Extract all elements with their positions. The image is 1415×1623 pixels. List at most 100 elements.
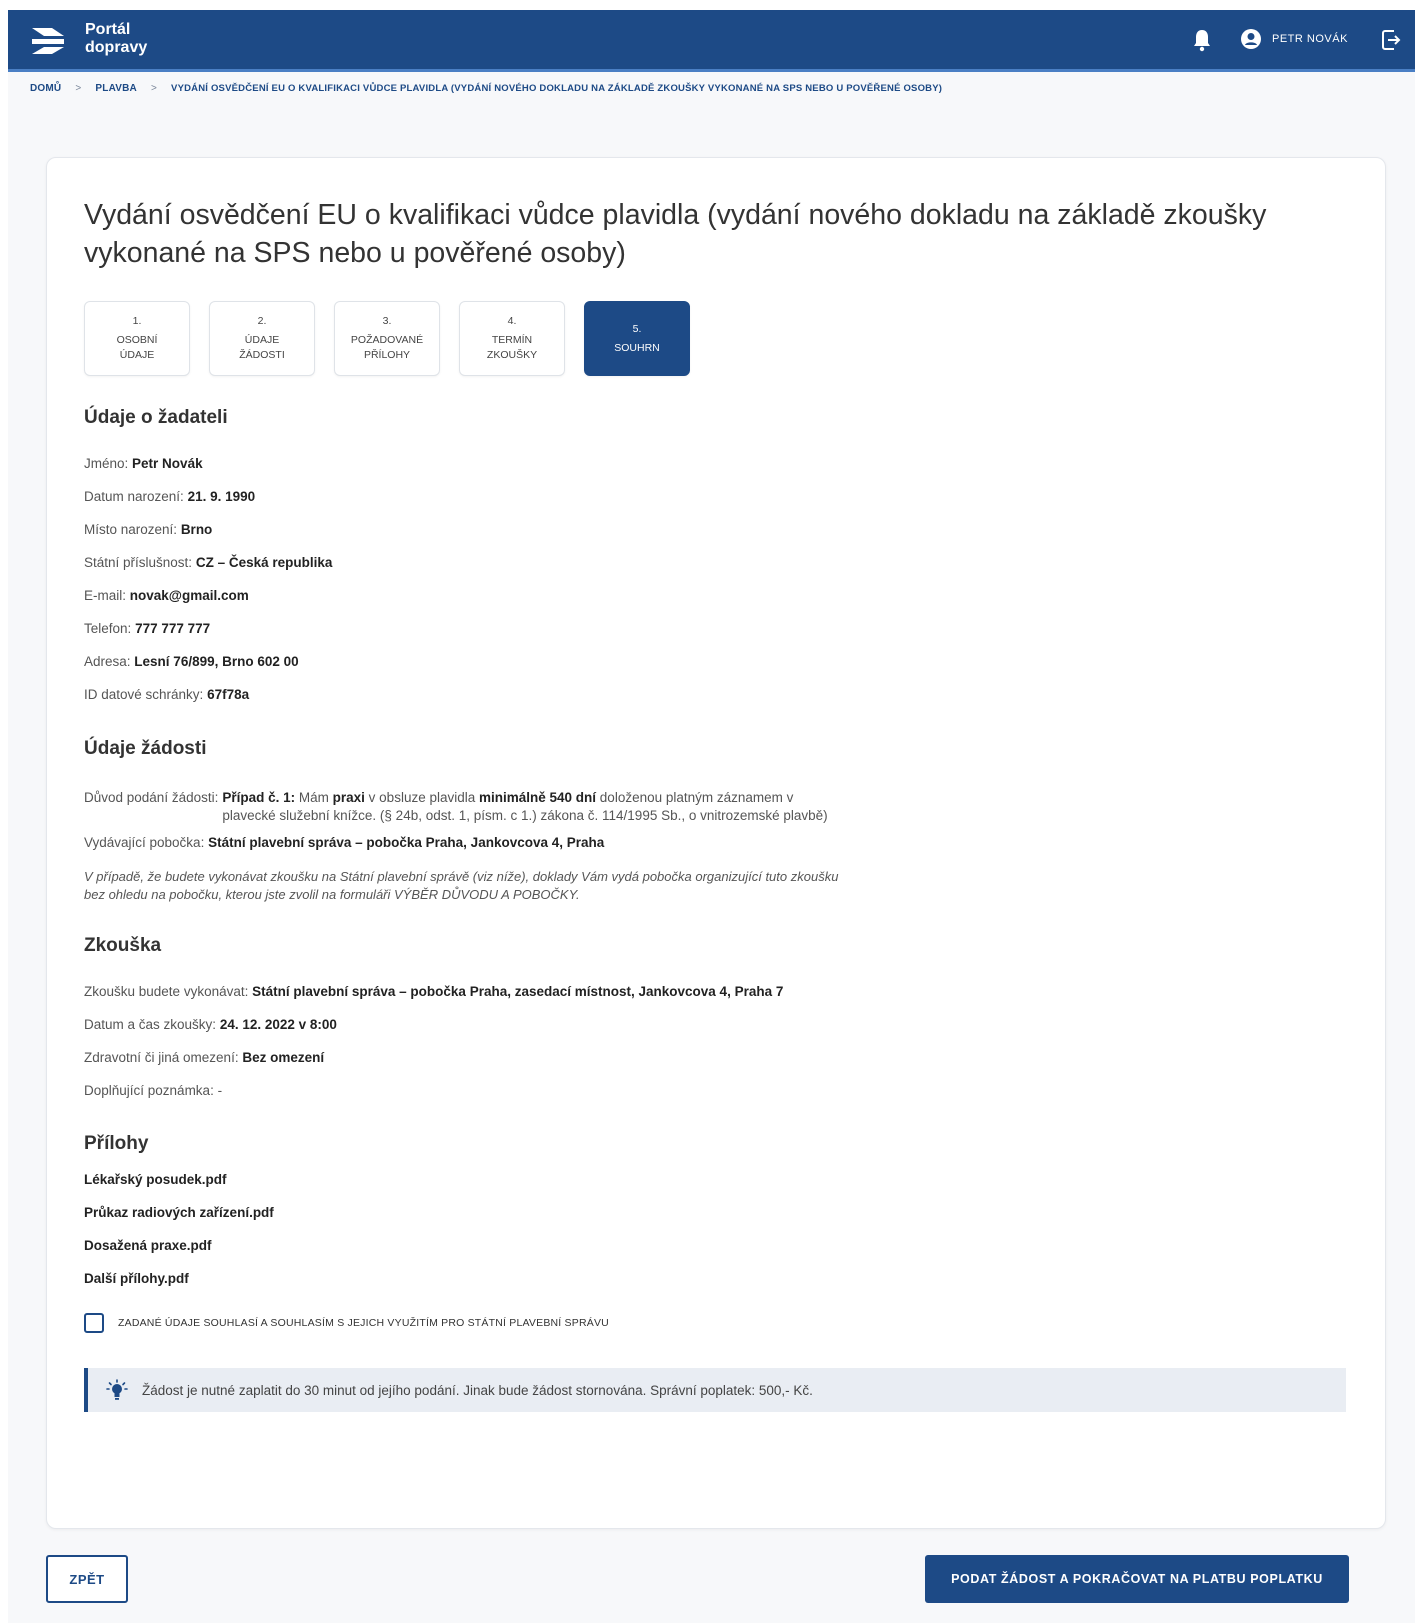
breadcrumb-current: VYDÁNÍ OSVĚDČENÍ EU O KVALIFIKACI VŮDCE … bbox=[171, 83, 943, 94]
field-value: 777 777 777 bbox=[135, 621, 211, 636]
field-label: Adresa: bbox=[84, 654, 131, 669]
applicant-birthplace-row: Místo narození: Brno bbox=[84, 522, 212, 537]
field-label: Zkoušku budete vykonávat: bbox=[84, 984, 249, 999]
user-name: PETR NOVÁK bbox=[1272, 33, 1348, 45]
field-label: E-mail: bbox=[84, 588, 127, 603]
attachment-file[interactable]: Průkaz radiových zařízení.pdf bbox=[84, 1205, 274, 1220]
step-exam-date[interactable]: 4. TERMÍN ZKOUŠKY bbox=[459, 301, 565, 376]
reason-text: v obsluze plavidla bbox=[364, 790, 479, 805]
consent-label[interactable]: ZADANÉ ÚDAJE SOUHLASÍ A SOUHLASÍM S JEJI… bbox=[118, 1317, 609, 1329]
attachments-heading: Přílohy bbox=[84, 1133, 149, 1154]
step-indicator: 1. OSOBNÍ ÚDAJE 2. ÚDAJE ŽÁDOSTI 3. POŽA… bbox=[84, 301, 709, 376]
logo-icon[interactable] bbox=[30, 22, 66, 58]
step-personal-data[interactable]: 1. OSOBNÍ ÚDAJE bbox=[84, 301, 190, 376]
consent-checkbox-row[interactable]: ZADANÉ ÚDAJE SOUHLASÍ A SOUHLASÍM S JEJI… bbox=[84, 1313, 609, 1333]
exam-restrictions-row: Zdravotní či jiná omezení: Bez omezení bbox=[84, 1050, 324, 1065]
back-button[interactable]: ZPĚT bbox=[46, 1555, 128, 1603]
branch-note: V případě, že budete vykonávat zkoušku n… bbox=[84, 868, 944, 904]
exam-location-row: Zkoušku budete vykonávat: Státní plavebn… bbox=[84, 984, 783, 999]
submit-and-pay-button[interactable]: PODAT ŽÁDOST A POKRAČOVAT NA PLATBU POPL… bbox=[925, 1555, 1349, 1603]
applicant-email-row: E-mail: novak@gmail.com bbox=[84, 588, 249, 603]
field-value: Petr Novák bbox=[132, 456, 203, 471]
attachment-file[interactable]: Dosažená praxe.pdf bbox=[84, 1238, 212, 1253]
step-label: TERMÍN bbox=[491, 334, 533, 346]
field-label: Vydávající pobočka: bbox=[84, 835, 205, 850]
lightbulb-icon bbox=[106, 1379, 128, 1400]
field-label: Datum narození: bbox=[84, 489, 184, 504]
step-label: SOUHRN bbox=[614, 341, 660, 354]
step-number: 1. bbox=[132, 315, 142, 327]
field-label: ID datové schránky: bbox=[84, 687, 204, 702]
consent-checkbox[interactable] bbox=[84, 1313, 104, 1333]
step-attachments[interactable]: 3. POŽADOVANÉ PŘÍLOHY bbox=[334, 301, 440, 376]
field-label: Důvod podání žádosti: bbox=[84, 790, 219, 805]
field-value: Případ č. 1: Mám praxi v obsluze plavidl… bbox=[222, 789, 827, 825]
logout-icon[interactable] bbox=[1380, 28, 1404, 52]
field-label: Telefon: bbox=[84, 621, 132, 636]
applicant-nationality-row: Státní příslušnost: CZ – Česká republika bbox=[84, 555, 332, 570]
applicant-heading: Údaje o žadateli bbox=[84, 407, 228, 428]
field-value: Státní plavební správa – pobočka Praha, … bbox=[208, 835, 605, 850]
applicant-address-row: Adresa: Lesní 76/899, Brno 602 00 bbox=[84, 654, 299, 669]
attachment-file[interactable]: Lékařský posudek.pdf bbox=[84, 1172, 227, 1187]
step-number: 2. bbox=[257, 315, 267, 327]
breadcrumb-separator: > bbox=[150, 83, 158, 94]
step-label: ZKOUŠKY bbox=[486, 349, 538, 361]
breadcrumb: DOMŮ > PLAVBA > VYDÁNÍ OSVĚDČENÍ EU O KV… bbox=[30, 83, 942, 94]
step-label: ŽÁDOSTI bbox=[239, 349, 285, 361]
step-label: OSOBNÍ bbox=[116, 334, 158, 346]
user-menu[interactable]: PETR NOVÁK bbox=[1240, 28, 1348, 50]
applicant-name-row: Jméno: Petr Novák bbox=[84, 456, 203, 471]
reason-text: doloženou platným záznamem v bbox=[596, 790, 794, 805]
bell-icon[interactable] bbox=[1191, 28, 1213, 52]
field-label: Datum a čas zkoušky: bbox=[84, 1017, 217, 1032]
field-label: Zdravotní či jiná omezení: bbox=[84, 1050, 239, 1065]
user-icon bbox=[1241, 29, 1261, 49]
note-line: bez ohledu na pobočku, kterou jste zvoli… bbox=[84, 887, 580, 902]
breadcrumb-plavba[interactable]: PLAVBA bbox=[95, 83, 137, 94]
step-summary[interactable]: 5. SOUHRN bbox=[584, 301, 690, 376]
breadcrumb-home[interactable]: DOMŮ bbox=[30, 83, 61, 94]
step-label: ÚDAJE bbox=[119, 349, 155, 361]
field-label: Jméno: bbox=[84, 456, 129, 471]
brand-name[interactable]: Portál dopravy bbox=[85, 21, 147, 57]
step-label: POŽADOVANÉ bbox=[350, 334, 424, 346]
brand-line-1: Portál bbox=[85, 21, 131, 38]
breadcrumb-separator: > bbox=[75, 83, 82, 94]
applicant-birthdate-row: Datum narození: 21. 9. 1990 bbox=[84, 489, 255, 504]
field-value: 24. 12. 2022 v 8:00 bbox=[219, 1017, 337, 1032]
field-label: Doplňující poznámka: - bbox=[84, 1083, 223, 1098]
step-number: 3. bbox=[382, 315, 392, 327]
exam-note-row: Doplňující poznámka: - bbox=[84, 1083, 222, 1098]
top-bar: Portál dopravy PETR NOVÁK bbox=[8, 10, 1415, 72]
applicant-phone-row: Telefon: 777 777 777 bbox=[84, 621, 210, 636]
reason-emphasis: praxi bbox=[332, 790, 365, 805]
field-value: Bez omezení bbox=[242, 1050, 325, 1065]
attachment-file[interactable]: Další přílohy.pdf bbox=[84, 1271, 189, 1286]
field-value: novak@gmail.com bbox=[129, 588, 249, 603]
field-value: Státní plavební správa – pobočka Praha, … bbox=[252, 984, 784, 999]
field-value: Lesní 76/899, Brno 602 00 bbox=[134, 654, 299, 669]
reason-emphasis: minimálně 540 dní bbox=[479, 790, 597, 805]
applicant-databox-row: ID datové schránky: 67f78a bbox=[84, 687, 249, 702]
field-label: Státní příslušnost: bbox=[84, 555, 193, 570]
reason-text: Mám bbox=[295, 790, 333, 805]
payment-info-box: Žádost je nutné zaplatit do 30 minut od … bbox=[84, 1368, 1346, 1412]
exam-heading: Zkouška bbox=[84, 935, 162, 956]
step-request-data[interactable]: 2. ÚDAJE ŽÁDOSTI bbox=[209, 301, 315, 376]
reason-text: plavecké služební knížce. (§ 24b, odst. … bbox=[222, 808, 828, 823]
request-heading: Údaje žádosti bbox=[84, 738, 207, 759]
step-number: 4. bbox=[507, 315, 517, 327]
step-number: 5. bbox=[632, 322, 642, 335]
summary-card: Vydání osvědčení EU o kvalifikaci vůdce … bbox=[46, 157, 1386, 1529]
field-value: Brno bbox=[180, 522, 213, 537]
exam-datetime-row: Datum a čas zkoušky: 24. 12. 2022 v 8:00 bbox=[84, 1017, 337, 1032]
field-value: 21. 9. 1990 bbox=[187, 489, 256, 504]
field-value: CZ – Česká republika bbox=[195, 555, 333, 570]
page: Portál dopravy PETR NOVÁK DOMŮ > PLAVBA … bbox=[8, 10, 1415, 1623]
field-value: 67f78a bbox=[207, 687, 250, 702]
payment-info-text: Žádost je nutné zaplatit do 30 minut od … bbox=[142, 1382, 813, 1398]
page-title: Vydání osvědčení EU o kvalifikaci vůdce … bbox=[84, 199, 1267, 269]
request-reason-row: Důvod podání žádosti: Případ č. 1: Mám p… bbox=[84, 789, 828, 825]
note-line: V případě, že budete vykonávat zkoušku n… bbox=[84, 869, 839, 884]
